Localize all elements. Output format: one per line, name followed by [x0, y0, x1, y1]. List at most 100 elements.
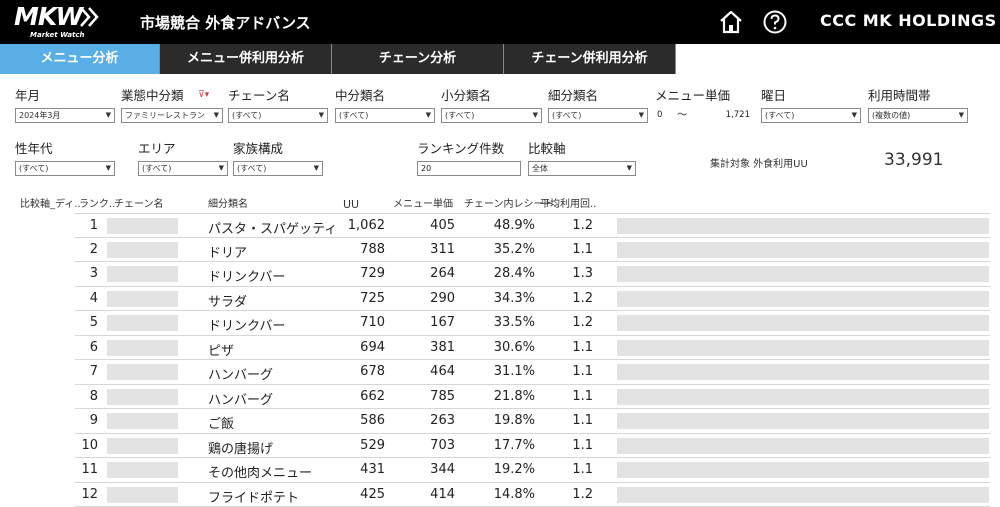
table-row[interactable]: 5 ドリンクバー 710 167 33.5% 1.2 [75, 311, 990, 336]
rank-cell: 2 [89, 241, 98, 257]
chain-name-cell [107, 241, 178, 258]
rank-cell: 7 [89, 364, 98, 379]
unit-price-cell: 263 [430, 413, 455, 428]
detail-category-cell: その他肉メニュー [208, 466, 313, 481]
caret-down-icon: ▼ [626, 164, 632, 172]
rank-cell: 12 [81, 486, 98, 502]
filter-gender-age: 性年代 (すべて) ▼ [15, 141, 115, 176]
time-band-select[interactable]: (複数の値) ▼ [868, 108, 968, 123]
avg-usage-cell: 1.1 [572, 437, 593, 453]
filter-small-category: 小分類名 (すべて) ▼ [441, 88, 542, 123]
receipt-share-cell: 35.2% [493, 241, 535, 257]
area-select[interactable]: (すべて) ▼ [138, 161, 228, 176]
bar-placeholder [617, 315, 989, 331]
table-row[interactable]: 9 ご飯 586 263 19.8% 1.1 [75, 409, 990, 434]
table-row[interactable]: 11 その他肉メニュー 431 344 19.2% 1.1 [75, 458, 990, 483]
table-row[interactable]: 7 ハンバーグ 678 464 31.1% 1.1 [75, 360, 990, 385]
tab-chain-co-usage-analysis[interactable]: チェーン併利用分析 [504, 44, 676, 74]
table-row[interactable]: 12 フライドポテト 425 414 14.8% 1.2 [75, 483, 990, 507]
bar-placeholder [617, 462, 989, 478]
uu-cell: 694 [360, 339, 385, 355]
small-category-select[interactable]: (すべて) ▼ [441, 108, 542, 123]
unit-price-min: 0 [657, 110, 663, 120]
bar-placeholder [617, 339, 989, 356]
col-avg-usage[interactable]: 平均利用回.. [540, 195, 596, 210]
family-select[interactable]: (すべて) ▼ [233, 161, 323, 176]
chain-name-cell [107, 486, 178, 503]
chain-name-cell [107, 290, 178, 307]
col-unit-price[interactable]: メニュー単価 [393, 195, 453, 210]
filter-label: 性年代 [15, 141, 53, 156]
filter-label: 比較軸 [528, 141, 566, 156]
col-detail-category[interactable]: 細分類名 [208, 195, 248, 210]
bar-placeholder [617, 388, 989, 405]
receipt-share-cell: 33.5% [493, 315, 535, 330]
filter-unit-price: メニュー単価 0 〜 1,721 [655, 88, 755, 123]
uu-cell: 431 [360, 462, 385, 477]
detail-category-cell: サラダ [208, 294, 248, 310]
avg-usage-cell: 1.1 [572, 388, 593, 404]
year-month-select[interactable]: 2024年3月 ▼ [15, 108, 115, 123]
unit-price-cell: 464 [430, 364, 455, 379]
tab-menu-analysis[interactable]: メニュー分析 [0, 44, 160, 74]
unit-price-cell: 381 [430, 339, 455, 355]
table-row[interactable]: 2 ドリア 788 311 35.2% 1.1 [75, 238, 990, 262]
bar-placeholder [617, 437, 989, 454]
avg-usage-cell: 1.2 [572, 315, 593, 330]
uu-cell: 662 [360, 388, 385, 404]
detail-category-cell: ご飯 [208, 417, 235, 432]
caret-down-icon: ▼ [532, 111, 538, 119]
chain-name-cell [107, 266, 178, 282]
weekday-select[interactable]: (すべて) ▼ [761, 108, 861, 123]
filter-label: 利用時間帯 [868, 88, 931, 103]
chain-name-cell [107, 218, 178, 234]
filter-weekday: 曜日 (すべて) ▼ [761, 88, 861, 123]
bar-placeholder [617, 364, 989, 380]
table-row[interactable]: 4 サラダ 725 290 34.3% 1.2 [75, 287, 990, 311]
col-compare-axis[interactable]: 比較軸_ディ.. [20, 195, 81, 210]
receipt-share-cell: 19.2% [493, 462, 535, 477]
unit-price-cell: 405 [430, 218, 455, 233]
uu-cell: 1,062 [347, 218, 385, 233]
filter-label: 年月 [15, 88, 41, 103]
mid-category-select[interactable]: (すべて) ▼ [335, 108, 435, 123]
rank-cell: 1 [89, 218, 98, 233]
caret-down-icon: ▼ [213, 111, 219, 119]
tab-chain-analysis[interactable]: チェーン分析 [332, 44, 504, 74]
chain-select[interactable]: (すべて) ▼ [228, 108, 328, 123]
app-header: MKW Market Watch 市場競合 外食アドバンス CCC MK HOL… [0, 0, 1000, 44]
caret-down-icon: ▼ [105, 164, 111, 172]
bar-placeholder [617, 486, 989, 503]
avg-usage-cell: 1.1 [572, 339, 593, 355]
help-icon[interactable] [762, 9, 788, 35]
compare-axis-select[interactable]: 全体 ▼ [528, 161, 636, 176]
detail-category-cell: ピザ [208, 343, 235, 359]
unit-price-cell: 414 [430, 486, 455, 502]
table-header: 比較軸_ディ.. ランク.. チェーン名 細分類名 UU メニュー単価 チェーン… [0, 195, 1000, 213]
filter-year-month: 年月 2024年3月 ▼ [15, 88, 115, 123]
avg-usage-cell: 1.1 [572, 462, 593, 477]
rank-cell: 4 [89, 290, 98, 306]
home-icon[interactable] [718, 9, 744, 35]
table-row[interactable]: 8 ハンバーグ 662 785 21.8% 1.1 [75, 385, 990, 409]
tab-menu-co-usage-analysis[interactable]: メニュー併利用分析 [160, 44, 332, 74]
col-rank[interactable]: ランク.. [79, 195, 115, 210]
uu-cell: 725 [360, 290, 385, 306]
table-row[interactable]: 3 ドリンクバー 729 264 28.4% 1.3 [75, 262, 990, 287]
filter-clear-icon[interactable]: ⊽▾ [198, 90, 209, 100]
filter-label: 曜日 [761, 88, 787, 103]
receipt-share-cell: 19.8% [493, 413, 535, 428]
gender-age-select[interactable]: (すべて) ▼ [15, 161, 115, 176]
ranking-count-input[interactable]: 20 [417, 161, 521, 176]
business-mid-category-select[interactable]: ファミリーレストラン ▼ [121, 108, 223, 123]
table-row[interactable]: 6 ピザ 694 381 30.6% 1.1 [75, 336, 990, 360]
col-uu[interactable]: UU [343, 198, 359, 211]
caret-down-icon: ▼ [318, 111, 324, 119]
unit-price-range[interactable]: 0 〜 1,721 [655, 108, 755, 123]
detail-category-select[interactable]: (すべて) ▼ [548, 108, 648, 123]
table-row[interactable]: 1 パスタ・スパゲッティ 1,062 405 48.9% 1.2 [75, 213, 990, 238]
app-title: 市場競合 外食アドバンス [140, 14, 311, 32]
col-chain-name[interactable]: チェーン名 [114, 195, 164, 210]
table-row[interactable]: 10 鶏の唐揚げ 529 703 17.7% 1.1 [75, 434, 990, 458]
bar-placeholder [617, 413, 989, 429]
